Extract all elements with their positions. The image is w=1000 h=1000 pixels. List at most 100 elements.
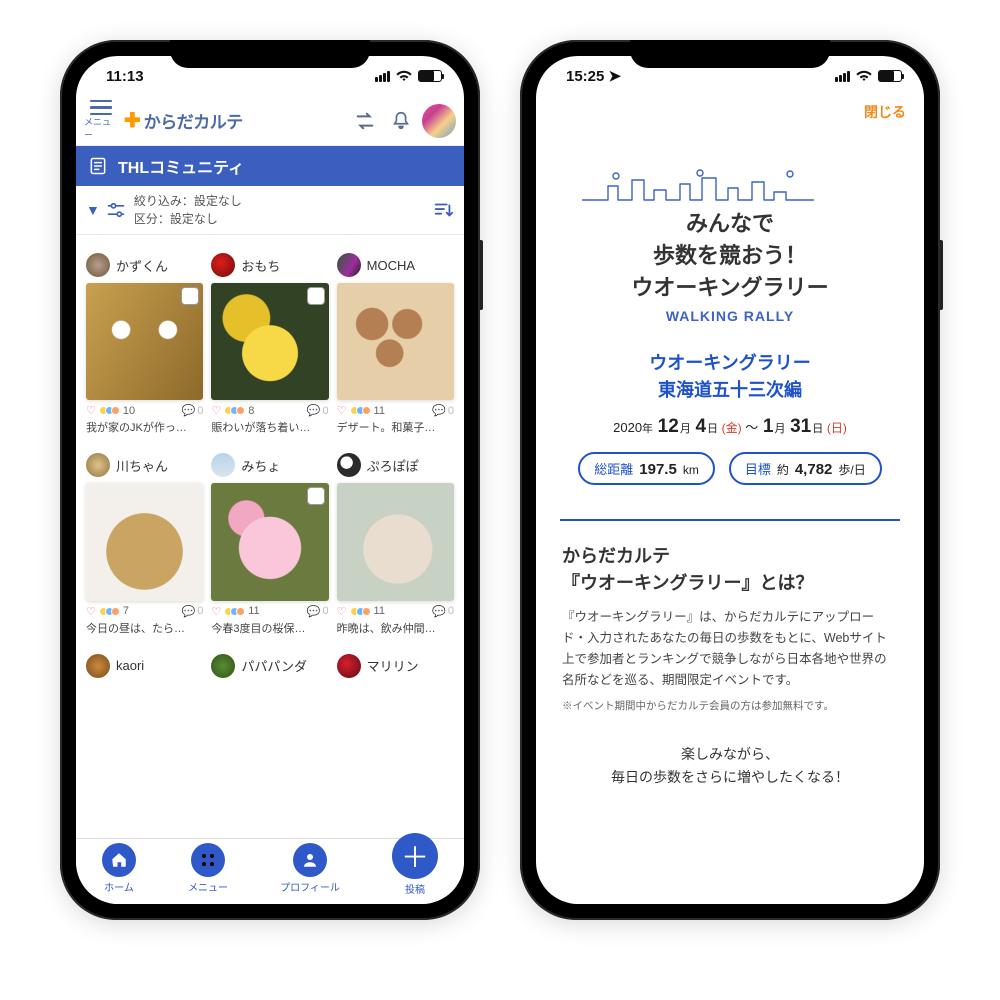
pill-unit: km (683, 463, 699, 477)
heart-icon[interactable]: ♡ (211, 404, 221, 417)
hamburger-icon (90, 100, 112, 116)
user-avatar (86, 253, 110, 277)
user-name: かずくん (116, 256, 168, 275)
like-count: 11 (374, 405, 385, 417)
comment-icon[interactable]: 💬 (182, 404, 196, 417)
pill-value: 4,782 (795, 461, 833, 478)
post-card[interactable]: みちょ ♡11💬0 今春3度目の桜保… (211, 453, 328, 635)
section-title: THLコミュニティ (118, 154, 244, 178)
post-caption: 我が家のJKが作っ… (86, 419, 203, 435)
like-count: 8 (248, 405, 254, 417)
post-card[interactable]: ぷろぽぽ ♡11💬0 昨晩は、飲み仲間… (337, 453, 454, 635)
close-button[interactable]: 閉じる (864, 102, 906, 122)
filter-line-2: 区分：設定なし (134, 210, 242, 228)
post-image[interactable] (86, 483, 203, 600)
post-image[interactable] (337, 483, 454, 600)
comment-icon[interactable]: 💬 (307, 605, 321, 618)
pill-prefix: 約 (777, 461, 789, 478)
skyline-icon (580, 168, 880, 202)
section-heading: からだカルテ 『ウオーキングラリー』とは？ (536, 543, 924, 597)
tab-menu[interactable]: メニュー (188, 843, 228, 894)
post-image[interactable] (337, 283, 454, 400)
user-avatar (337, 453, 361, 477)
tab-label: メニュー (188, 879, 228, 894)
divider (560, 519, 900, 521)
like-count: 11 (248, 605, 259, 617)
signal-icon (375, 71, 390, 82)
reaction-badges-icon (350, 607, 371, 616)
select-checkbox[interactable] (181, 287, 199, 305)
phone-left: 11:13 メニュー ✚ からだカルテ (60, 40, 480, 920)
tab-post[interactable]: ＋ 投稿 (392, 833, 438, 896)
course-line: ウオーキングラリー (536, 350, 924, 377)
sync-button[interactable] (350, 106, 380, 136)
post-card[interactable]: 川ちゃん ♡7💬0 今日の昼は、たら… (86, 453, 203, 635)
post-card[interactable]: マリリン (337, 654, 454, 684)
headline-line: 歩数を競おう！ (536, 240, 924, 272)
bell-icon (390, 110, 412, 132)
heart-icon[interactable]: ♡ (86, 404, 96, 417)
comment-icon[interactable]: 💬 (432, 605, 446, 618)
heading-line: からだカルテ (562, 543, 898, 570)
footnote: ※イベント期間中からだカルテ会員の方は参加無料です。 (536, 692, 924, 713)
filter-icon[interactable] (106, 200, 126, 220)
filter-bar: ▼ 絞り込み：設定なし 区分：設定なし (76, 186, 464, 235)
chevron-down-icon[interactable]: ▼ (86, 202, 100, 218)
menu-label: メニュー (84, 115, 118, 141)
brand-logo[interactable]: ✚ からだカルテ (124, 108, 243, 133)
user-name: MOCHA (367, 258, 415, 273)
heart-icon[interactable]: ♡ (337, 605, 347, 618)
comment-count: 0 (197, 405, 203, 417)
battery-icon (418, 70, 442, 82)
tagline-line: 毎日の歩数をさらに増やしたくなる！ (562, 766, 898, 790)
pill-distance: 総距離 197.5km (578, 452, 715, 485)
heart-icon[interactable]: ♡ (211, 605, 221, 618)
user-name: 川ちゃん (116, 456, 168, 475)
heart-icon[interactable]: ♡ (86, 605, 96, 618)
comment-count: 0 (448, 605, 454, 617)
post-card[interactable]: おもち ♡8💬0 賑わいが落ち着い… (211, 253, 328, 435)
avatar[interactable] (422, 104, 456, 138)
comment-icon[interactable]: 💬 (182, 605, 196, 618)
post-card[interactable]: kaori (86, 654, 203, 684)
post-card[interactable]: かずくん ♡10💬0 我が家のJKが作っ… (86, 253, 203, 435)
app-bar: メニュー ✚ からだカルテ (76, 96, 464, 146)
user-name: おもち (241, 256, 280, 275)
status-time: 15:25 ➤ (566, 67, 621, 85)
comment-count: 0 (323, 605, 329, 617)
reaction-badges-icon (99, 607, 120, 616)
reaction-badges-icon (350, 406, 371, 415)
notifications-button[interactable] (386, 106, 416, 136)
menu-button[interactable]: メニュー (84, 100, 118, 142)
brand-text: からだカルテ (144, 108, 243, 133)
select-checkbox[interactable] (307, 287, 325, 305)
post-image[interactable] (211, 283, 328, 400)
post-caption: 今春3度目の桜保… (211, 620, 328, 636)
comment-icon[interactable]: 💬 (307, 404, 321, 417)
comment-count: 0 (448, 405, 454, 417)
comment-icon[interactable]: 💬 (432, 404, 446, 417)
feed[interactable]: かずくん ♡10💬0 我が家のJKが作っ… おもち ♡8💬0 賑わいが落ち着い…… (76, 235, 464, 849)
user-name: マリリン (367, 656, 419, 675)
tab-profile[interactable]: プロフィール (280, 843, 340, 894)
select-checkbox[interactable] (307, 487, 325, 505)
post-image[interactable] (86, 283, 203, 400)
tab-home[interactable]: ホーム (102, 843, 136, 894)
pill-label: 総距離 (594, 459, 633, 478)
user-avatar (211, 253, 235, 277)
post-card[interactable]: MOCHA ♡ 11 💬0 デザート。和菓子… (337, 253, 454, 435)
user-avatar (86, 453, 110, 477)
sort-button[interactable] (432, 199, 454, 221)
tab-label: プロフィール (280, 879, 340, 894)
reaction-badges-icon (99, 406, 120, 415)
filter-line-1: 絞り込み：設定なし (134, 192, 242, 210)
like-count: 7 (123, 605, 129, 617)
post-caption: デザート。和菓子… (337, 419, 454, 435)
user-avatar (337, 654, 361, 678)
tab-label: ホーム (104, 879, 134, 894)
post-image[interactable] (211, 483, 328, 600)
post-card[interactable]: パパパンダ (211, 654, 328, 684)
heart-icon[interactable]: ♡ (337, 404, 347, 417)
section-header: THLコミュニティ (76, 146, 464, 186)
grid-icon (191, 843, 225, 877)
